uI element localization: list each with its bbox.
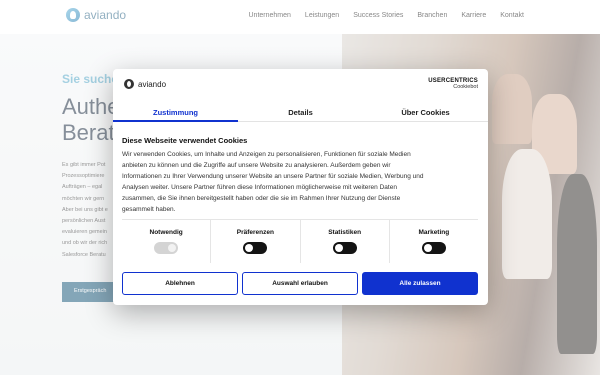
consent-text-line: Analysen weiter. Unsere Partner führen d… <box>122 184 397 191</box>
toggle-label: Statistiken <box>328 229 362 236</box>
dialog-logo-text: aviando <box>138 79 167 89</box>
tab-ueber-cookies[interactable]: Über Cookies <box>363 102 488 121</box>
dialog-logo: aviando <box>124 79 166 89</box>
allow-selection-button[interactable]: Auswahl erlauben <box>242 272 358 295</box>
consent-text-line: zusammen, die Sie ihnen bereitgestellt h… <box>122 195 401 202</box>
deny-button[interactable]: Ablehnen <box>122 272 238 295</box>
logo-icon <box>124 79 134 89</box>
notwendig-toggle <box>154 242 179 254</box>
consent-toggles: Notwendig Präferenzen Statistiken Market… <box>122 219 478 263</box>
toggle-label: Notwendig <box>149 229 183 236</box>
allow-all-button[interactable]: Alle zulassen <box>362 272 478 295</box>
cookie-consent-dialog: aviando USERCENTRICS Cookiebot Zustimmun… <box>113 69 488 305</box>
consent-text-line: gesammelt haben. <box>122 206 176 213</box>
consent-text-line: Wir verwenden Cookies, um Inhalte und An… <box>122 151 411 158</box>
consent-heading: Diese Webseite verwendet Cookies <box>122 136 248 145</box>
consent-tabs: Zustimmung Details Über Cookies <box>113 102 488 122</box>
statistiken-toggle[interactable] <box>332 242 357 254</box>
marketing-toggle[interactable] <box>421 242 446 254</box>
tab-details[interactable]: Details <box>238 102 363 121</box>
cookiebot-label: Cookiebot <box>453 84 478 90</box>
toggle-group-marketing: Marketing <box>390 220 478 263</box>
consent-text: Wir verwenden Cookies, um Inhalte und An… <box>122 149 477 215</box>
tab-zustimmung[interactable]: Zustimmung <box>113 102 238 122</box>
toggle-group-notwendig: Notwendig <box>122 220 212 263</box>
consent-text-line: Informationen zu Ihrer Verwendung unsere… <box>122 173 424 180</box>
toggle-label: Marketing <box>418 229 450 236</box>
praeferenzen-toggle[interactable] <box>243 242 268 254</box>
consent-text-line: anbieten zu können und die Zugriffe auf … <box>122 162 391 169</box>
toggle-label: Präferenzen <box>236 229 274 236</box>
toggle-group-statistiken: Statistiken <box>301 220 390 263</box>
cookiebot-brand[interactable]: USERCENTRICS Cookiebot <box>428 78 478 90</box>
toggle-group-praeferenzen: Präferenzen <box>211 220 301 263</box>
